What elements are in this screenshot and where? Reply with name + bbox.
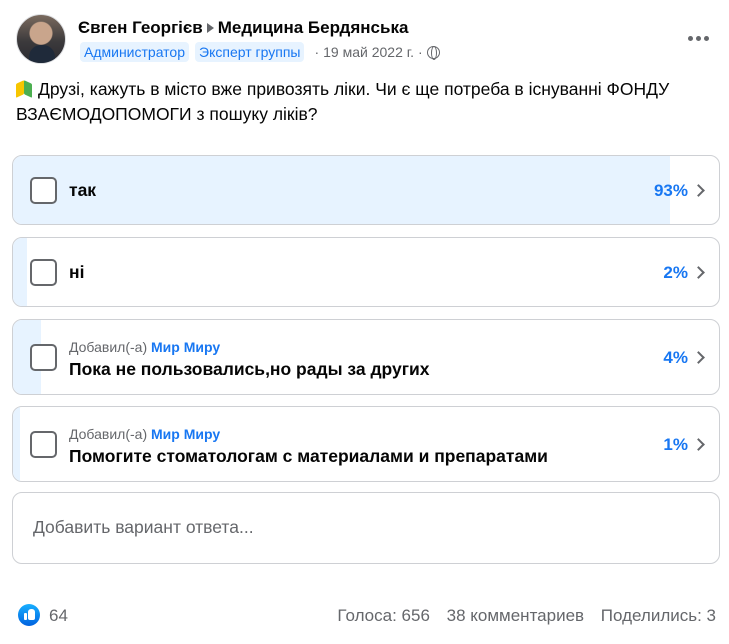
added-by-user[interactable]: Мир Миру bbox=[151, 339, 220, 355]
added-by-line: Добавил(-а) Мир Миру bbox=[69, 339, 220, 355]
chevron-right-icon[interactable] bbox=[692, 266, 705, 279]
votes-count[interactable]: Голоса: 656 bbox=[337, 606, 429, 625]
added-by-prefix: Добавил(-а) bbox=[69, 426, 148, 442]
dot-icon bbox=[695, 35, 701, 41]
chevron-right-icon[interactable] bbox=[692, 438, 705, 451]
poll-option-fill bbox=[13, 407, 21, 481]
poll-option-2[interactable]: ні 2% bbox=[12, 237, 720, 307]
add-option-input[interactable] bbox=[33, 517, 693, 538]
poll-option-percent: 1% bbox=[663, 435, 688, 454]
dot-icon bbox=[703, 35, 709, 41]
poll-option-3[interactable]: Добавил(-а) Мир Миру Пока не пользовалис… bbox=[12, 319, 720, 395]
author-avatar[interactable] bbox=[16, 14, 66, 64]
comments-count[interactable]: 38 комментариев bbox=[447, 606, 584, 625]
poll-checkbox[interactable] bbox=[30, 259, 57, 286]
post-meta: Администратор Эксперт группы · 19 май 20… bbox=[80, 42, 440, 62]
dot-icon bbox=[687, 35, 693, 41]
triangle-right-icon bbox=[206, 23, 214, 34]
poll-option-fill bbox=[13, 238, 28, 306]
poll-checkbox[interactable] bbox=[30, 431, 57, 458]
added-by-user[interactable]: Мир Миру bbox=[151, 426, 220, 442]
post-stats: Голоса: 656 38 комментариев Поделились: … bbox=[325, 606, 716, 626]
poll-option-label: так bbox=[69, 180, 97, 200]
post-date[interactable]: 19 май 2022 г. bbox=[323, 44, 414, 60]
poll-option-percent: 4% bbox=[663, 348, 688, 367]
group-name[interactable]: Медицина Бердянська bbox=[218, 18, 409, 37]
poll-option-1[interactable]: так 93% bbox=[12, 155, 720, 225]
poll-option-fill bbox=[13, 156, 670, 224]
likes-count[interactable]: 64 bbox=[49, 606, 68, 626]
meta-separator: · bbox=[418, 44, 423, 60]
poll-checkbox[interactable] bbox=[30, 344, 57, 371]
poll-option-label: ні bbox=[69, 262, 85, 282]
poll-option-percent: 93% bbox=[653, 181, 688, 200]
author-name[interactable]: Євген Георгієв bbox=[78, 18, 203, 37]
author-line: Євген Георгієв Медицина Бердянська bbox=[78, 18, 408, 38]
chevron-right-icon[interactable] bbox=[692, 351, 705, 364]
globe-icon bbox=[426, 45, 440, 60]
post-text-content: Друзі, кажуть в місто вже привозять ліки… bbox=[16, 79, 670, 124]
poll-option-4[interactable]: Добавил(-а) Мир Миру Помогите стоматолог… bbox=[12, 406, 720, 482]
poll-option-percent: 2% bbox=[663, 263, 688, 282]
meta-separator: · bbox=[314, 44, 320, 60]
beginner-leaf-icon bbox=[16, 81, 32, 97]
more-options-button[interactable] bbox=[680, 24, 716, 52]
shares-count[interactable]: Поделились: 3 bbox=[601, 606, 716, 625]
added-by-prefix: Добавил(-а) bbox=[69, 339, 148, 355]
badge-admin[interactable]: Администратор bbox=[80, 42, 190, 62]
poll-checkbox[interactable] bbox=[30, 177, 57, 204]
badge-expert[interactable]: Эксперт группы bbox=[195, 42, 305, 62]
poll-option-label: Помогите стоматологам с материалами и пр… bbox=[69, 446, 548, 466]
like-reaction-icon[interactable] bbox=[18, 604, 40, 626]
added-by-line: Добавил(-а) Мир Миру bbox=[69, 426, 220, 442]
post-text: Друзі, кажуть в місто вже привозять ліки… bbox=[16, 77, 706, 127]
post-header: Євген Георгієв Медицина Бердянська Админи… bbox=[16, 14, 716, 66]
post-footer: 64 Голоса: 656 38 комментариев Поделилис… bbox=[16, 602, 716, 628]
add-option-box[interactable] bbox=[12, 492, 720, 564]
chevron-right-icon[interactable] bbox=[692, 184, 705, 197]
poll-option-label: Пока не пользовались,но рады за других bbox=[69, 359, 430, 379]
